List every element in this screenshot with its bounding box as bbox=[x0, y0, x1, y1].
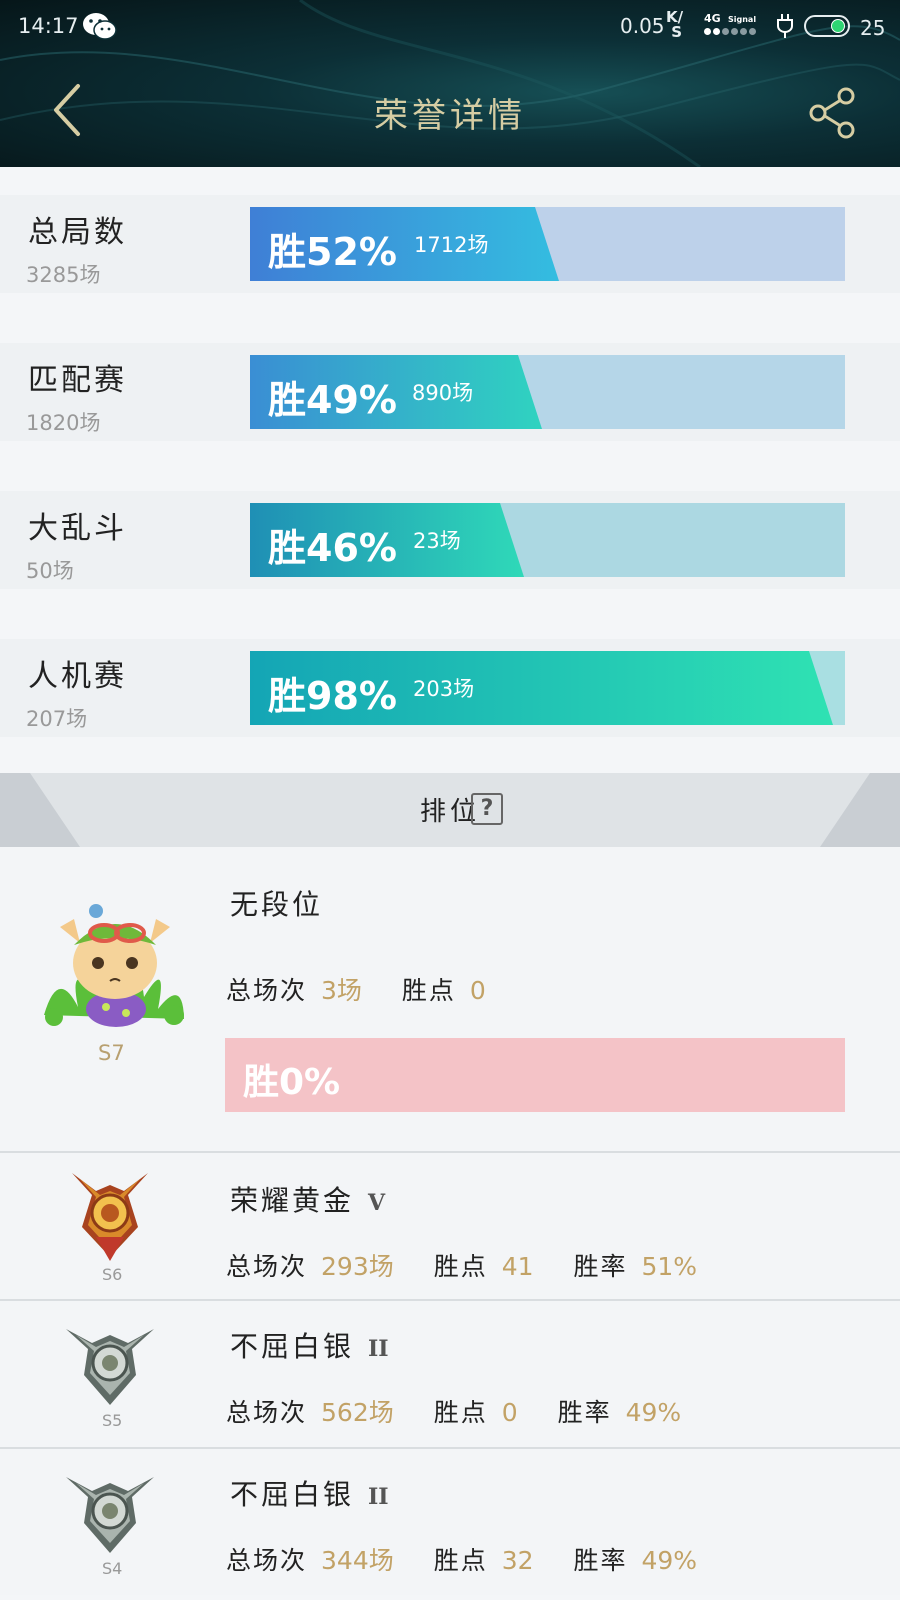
total-games-value: 3场 bbox=[321, 976, 362, 1005]
stat-count: 3285场 bbox=[26, 263, 101, 287]
ranked-section-header: 排位 ? bbox=[0, 773, 900, 847]
season-label: S7 bbox=[98, 1041, 125, 1065]
win-points-label: 胜点 bbox=[433, 1546, 488, 1575]
battery-level: 25 bbox=[860, 16, 886, 40]
stat-label: 匹配赛 bbox=[28, 363, 127, 398]
win-rate-percent: 胜46% bbox=[268, 526, 397, 570]
header-background bbox=[0, 0, 900, 167]
rank-tier: II bbox=[368, 1484, 389, 1510]
win-rate-bar: 胜49% 890场 bbox=[250, 355, 845, 429]
net-type: 4G bbox=[704, 12, 721, 25]
stat-row-matchmaking[interactable]: 匹配赛 1820场 胜49% 890场 bbox=[0, 343, 900, 441]
help-icon[interactable]: ? bbox=[471, 793, 503, 825]
win-points-value: 0 bbox=[501, 1398, 518, 1427]
season-stats: 总场次 344场 胜点 32 胜率 49% bbox=[226, 1541, 729, 1577]
win-count: 23场 bbox=[413, 529, 461, 553]
signal-dots bbox=[704, 28, 756, 35]
win-rate-percent: 胜98% bbox=[268, 674, 397, 718]
season-label: S6 bbox=[102, 1265, 123, 1284]
win-points-value: 41 bbox=[501, 1252, 534, 1281]
win-rate-bar: 胜46% 23场 bbox=[250, 503, 845, 577]
rank-tier: V bbox=[368, 1190, 386, 1216]
win-rate-value: 51% bbox=[641, 1252, 698, 1281]
season-label: S5 bbox=[102, 1411, 123, 1430]
rank-name: 不屈白银 II bbox=[230, 1325, 389, 1365]
win-rate-label: 胜率 bbox=[573, 1546, 628, 1575]
stat-label: 总局数 bbox=[28, 215, 127, 250]
stat-count: 1820场 bbox=[26, 411, 101, 435]
stat-label: 人机赛 bbox=[28, 659, 127, 694]
status-time: 14:17 bbox=[18, 14, 79, 38]
season-win-rate-percent: 胜0% bbox=[243, 1062, 341, 1103]
total-games-label: 总场次 bbox=[226, 1398, 308, 1427]
season-row-s4[interactable]: S4 不屈白银 II 总场次 344场 胜点 32 胜率 49% bbox=[0, 1447, 900, 1595]
current-season-card[interactable]: S7 无段位 总场次 3场 胜点 0 胜0% bbox=[0, 847, 900, 1151]
total-games-value: 293场 bbox=[321, 1252, 394, 1281]
speed-unit: K/ S bbox=[666, 8, 684, 41]
stat-row-aram[interactable]: 大乱斗 50场 胜46% 23场 bbox=[0, 491, 900, 589]
win-count: 203场 bbox=[413, 677, 475, 701]
ranked-title: 排位 bbox=[0, 791, 900, 828]
share-icon[interactable] bbox=[808, 86, 858, 140]
win-points-label: 胜点 bbox=[433, 1252, 488, 1281]
season-stats: 总场次 293场 胜点 41 胜率 51% bbox=[226, 1247, 729, 1283]
battery-icon bbox=[804, 15, 850, 37]
win-rate-bar: 胜52% 1712场 bbox=[250, 207, 845, 281]
win-rate-bar: 胜98% 203场 bbox=[250, 651, 845, 725]
signal-label: Signal bbox=[728, 15, 757, 24]
rank-title: 不屈白银 bbox=[230, 1478, 355, 1511]
rank-name: 不屈白银 II bbox=[230, 1473, 389, 1513]
rank-name: 无段位 bbox=[230, 888, 324, 921]
silver-rank-emblem-icon bbox=[66, 1477, 154, 1553]
win-rate-label: 胜率 bbox=[573, 1252, 628, 1281]
total-games-value: 344场 bbox=[321, 1546, 394, 1575]
win-count: 890场 bbox=[412, 381, 474, 405]
teemo-avatar bbox=[44, 904, 184, 1027]
total-games-label: 总场次 bbox=[226, 1252, 308, 1281]
stat-count: 207场 bbox=[26, 707, 88, 731]
rank-title: 荣耀黄金 bbox=[230, 1184, 355, 1217]
wechat-icon bbox=[83, 13, 117, 40]
stat-label: 大乱斗 bbox=[28, 511, 127, 546]
win-points-value: 32 bbox=[501, 1546, 534, 1575]
total-games-label: 总场次 bbox=[226, 1546, 308, 1575]
total-games-label: 总场次 bbox=[226, 976, 308, 1005]
win-points-label: 胜点 bbox=[401, 976, 456, 1005]
charging-plug-icon bbox=[777, 14, 793, 38]
season-row-s6[interactable]: S6 荣耀黄金 V 总场次 293场 胜点 41 胜率 51% bbox=[0, 1151, 900, 1299]
rank-name: 荣耀黄金 V bbox=[230, 1179, 385, 1219]
stat-row-coop-vs-ai[interactable]: 人机赛 207场 胜98% 203场 bbox=[0, 639, 900, 737]
net-speed: 0.05 bbox=[620, 14, 665, 38]
season-win-rate-bar: 胜0% bbox=[225, 1038, 845, 1112]
win-rate-label: 胜率 bbox=[557, 1398, 612, 1427]
season-row-s5[interactable]: S5 不屈白银 II 总场次 562场 胜点 0 胜率 49% bbox=[0, 1299, 900, 1447]
win-count: 1712场 bbox=[414, 233, 489, 257]
gold-rank-emblem-icon bbox=[72, 1173, 148, 1261]
speed-unit-bottom: S bbox=[671, 23, 683, 41]
season-stats: 总场次 3场 胜点 0 bbox=[226, 971, 518, 1007]
app-header: 14:17 0.05 K/ S 4G Signal 25 荣誉详情 bbox=[0, 0, 900, 167]
win-points-label: 胜点 bbox=[433, 1398, 488, 1427]
silver-rank-emblem-icon bbox=[66, 1329, 154, 1405]
rank-title: 不屈白银 bbox=[230, 1330, 355, 1363]
season-label: S4 bbox=[102, 1559, 123, 1578]
total-games-value: 562场 bbox=[321, 1398, 394, 1427]
page-title: 荣誉详情 bbox=[374, 96, 526, 136]
season-stats: 总场次 562场 胜点 0 胜率 49% bbox=[226, 1393, 713, 1429]
win-rate-value: 49% bbox=[625, 1398, 682, 1427]
win-rate-percent: 胜49% bbox=[268, 378, 397, 422]
stat-row-total[interactable]: 总局数 3285场 胜52% 1712场 bbox=[0, 195, 900, 293]
win-rate-value: 49% bbox=[641, 1546, 698, 1575]
win-points-value: 0 bbox=[469, 976, 486, 1005]
rank-tier: II bbox=[368, 1336, 389, 1362]
win-rate-percent: 胜52% bbox=[268, 230, 397, 274]
stat-count: 50场 bbox=[26, 559, 74, 583]
